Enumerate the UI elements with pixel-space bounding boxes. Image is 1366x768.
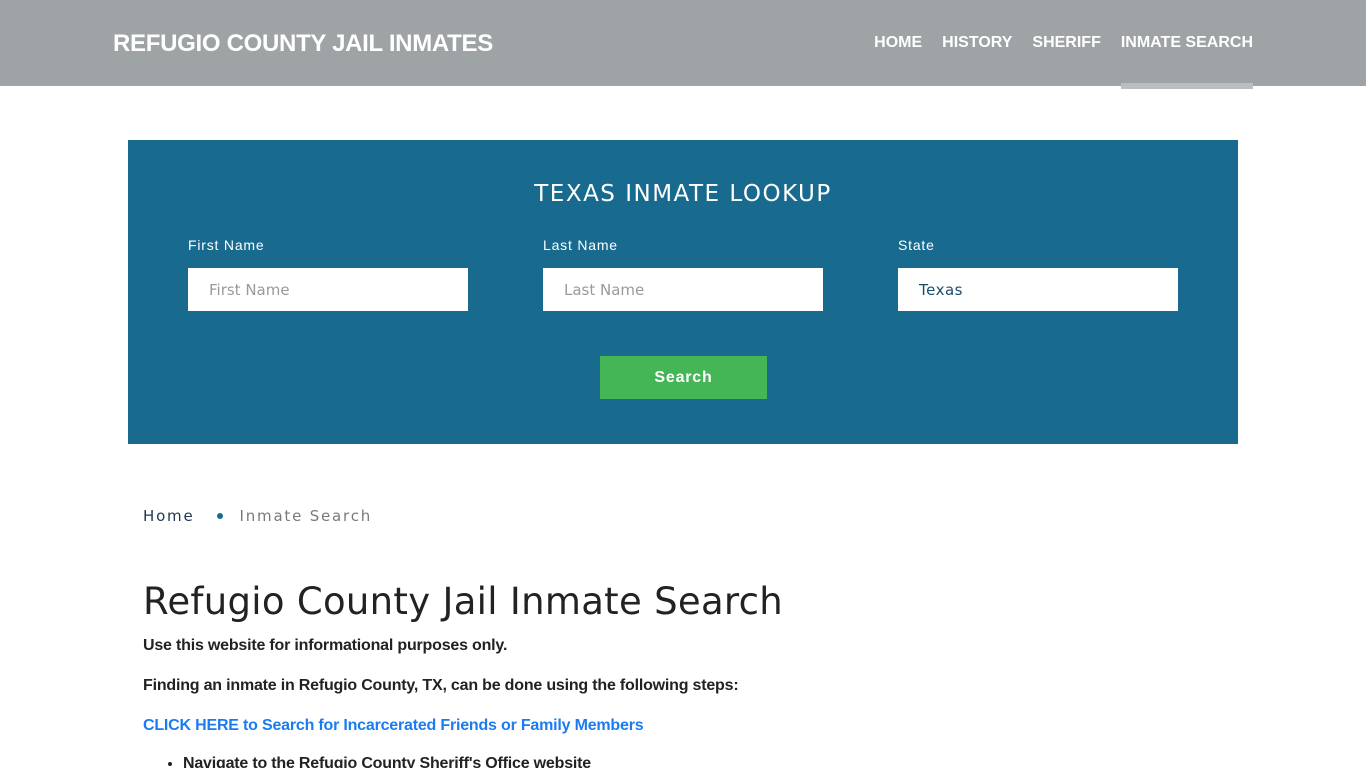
search-button[interactable]: Search: [600, 356, 767, 399]
page-title: Refugio County Jail Inmate Search: [143, 580, 784, 623]
breadcrumb-separator-dot-icon: [216, 513, 223, 519]
nav-home[interactable]: HOME: [874, 0, 922, 86]
list-item: Navigate to the Refugio County Sheriff's…: [183, 755, 591, 768]
site-header: REFUGIO COUNTY JAIL INMATES HOME HISTORY…: [0, 0, 1366, 89]
state-label: State: [898, 237, 935, 253]
last-name-label: Last Name: [543, 237, 618, 253]
last-name-input[interactable]: [543, 268, 823, 311]
first-name-label: First Name: [188, 237, 265, 253]
search-incarcerated-link[interactable]: CLICK HERE to Search for Incarcerated Fr…: [143, 717, 644, 735]
first-name-input[interactable]: [188, 268, 468, 311]
disclaimer-text: Use this website for informational purpo…: [143, 637, 508, 654]
breadcrumb-current: Inmate Search: [239, 507, 373, 525]
nav-inmate-search[interactable]: INMATE SEARCH: [1120, 0, 1254, 89]
state-input[interactable]: [898, 268, 1178, 311]
nav-sheriff[interactable]: SHERIFF: [1032, 0, 1100, 86]
steps-list: Navigate to the Refugio County Sheriff's…: [183, 755, 591, 768]
nav-history[interactable]: HISTORY: [942, 0, 1012, 86]
main-nav: HOME HISTORY SHERIFF INMATE SEARCH: [854, 0, 1254, 89]
lookup-title: TEXAS INMATE LOOKUP: [534, 181, 832, 207]
breadcrumb: Home Inmate Search: [143, 507, 372, 525]
breadcrumb-home[interactable]: Home: [143, 507, 195, 525]
steps-intro-text: Finding an inmate in Refugio County, TX,…: [143, 677, 739, 694]
site-logo-link[interactable]: REFUGIO COUNTY JAIL INMATES: [113, 30, 493, 58]
